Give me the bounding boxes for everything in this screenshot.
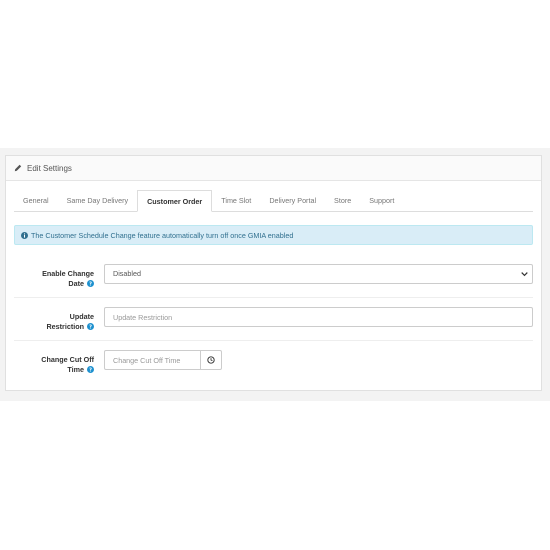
help-icon: ? [87,366,94,373]
change-cut-off-time-label: Change Cut Off Time ? [41,355,94,374]
info-alert: The Customer Schedule Change feature aut… [14,225,533,245]
change-cut-off-time-input[interactable] [105,351,200,369]
alert-text: The Customer Schedule Change feature aut… [31,230,294,240]
svg-text:?: ? [89,281,92,287]
tab-store[interactable]: Store [325,190,360,211]
tab-support[interactable]: Support [360,190,403,211]
enable-change-date-select[interactable]: Disabled [104,264,533,284]
svg-text:?: ? [89,324,92,330]
panel-title: Edit Settings [27,163,72,173]
info-circle-icon [21,231,28,239]
svg-text:?: ? [89,367,92,373]
enable-change-date-row: Enable Change Date ? Disabled [14,256,533,298]
enable-change-date-label: Enable Change Date ? [42,269,94,288]
change-cut-off-time-group [104,350,222,370]
help-icon: ? [87,323,94,330]
change-cut-off-time-row: Change Cut Off Time ? [14,342,533,384]
tab-customer-order[interactable]: Customer Order [137,190,213,212]
update-restriction-row: Update Restriction ? [14,299,533,341]
settings-tabs: General Same Day Delivery Customer Order… [14,189,533,212]
tab-delivery-portal[interactable]: Delivery Portal [260,190,325,211]
panel-heading: Edit Settings [6,156,541,181]
update-restriction-input[interactable] [113,308,532,326]
clock-icon [207,356,215,364]
tab-same-day-delivery[interactable]: Same Day Delivery [58,190,138,211]
update-restriction-label: Update Restriction ? [46,312,94,331]
time-picker-button[interactable] [200,351,221,369]
chevron-down-icon [521,272,528,277]
tab-time-slot[interactable]: Time Slot [212,190,260,211]
update-restriction-field[interactable] [104,307,533,327]
pencil-icon [14,164,22,172]
edit-settings-panel: Edit Settings General Same Day Delivery … [5,155,542,391]
tab-general[interactable]: General [14,190,58,211]
help-icon: ? [87,280,94,287]
